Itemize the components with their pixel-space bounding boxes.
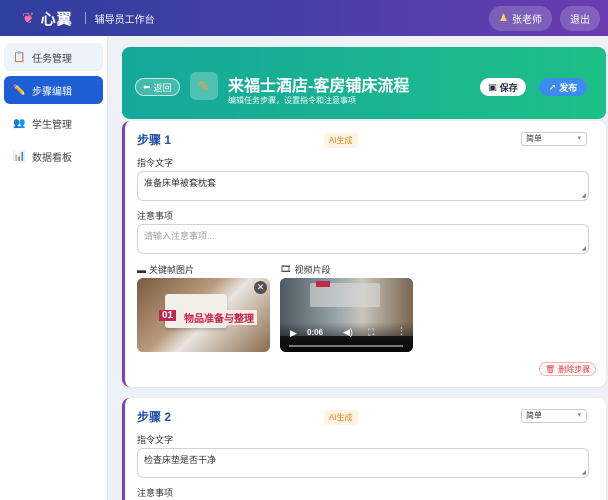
sidebar-item-dashboard[interactable]: 📊 数据看板 — [4, 142, 103, 170]
main-content: ⬅ 返回 ✎ 来福士酒店-客房铺床流程 编辑任务步骤，设置指令和注意事项 ▣ 保… — [108, 36, 608, 500]
difficulty-value: 简单 — [526, 134, 542, 143]
ai-generated-badge: AI生成 — [324, 410, 358, 425]
resize-handle-icon[interactable]: ◢ — [581, 245, 586, 252]
chart-icon: 📊 — [13, 150, 26, 162]
delete-step-button[interactable]: 🗑 删除步骤 — [539, 362, 597, 376]
instruction-input[interactable]: 准备床单被套枕套 ◢ — [137, 171, 589, 201]
header-divider — [84, 12, 86, 24]
instruction-label: 指令文字 — [137, 435, 174, 445]
back-arrow-icon: ⬅ — [143, 81, 151, 92]
volume-icon[interactable]: ◀) — [343, 327, 353, 338]
step-title: 步骤 2 — [137, 410, 172, 424]
sidebar-item-label: 学生管理 — [32, 119, 72, 131]
sidebar-item-students[interactable]: 👥 学生管理 — [4, 109, 103, 137]
logout-button[interactable]: 退出 — [560, 5, 600, 31]
close-icon[interactable]: ✕ — [254, 281, 267, 294]
keyframe-label: ▬ 关键帧图片 — [137, 263, 194, 276]
save-label: 保存 — [499, 82, 518, 93]
save-button[interactable]: ▣ 保存 — [480, 78, 526, 96]
publish-label: 发布 — [559, 82, 578, 93]
difficulty-value: 简单 — [526, 411, 542, 420]
notes-label: 注意事项 — [137, 488, 174, 498]
top-right-actions: ♟ 张老师 退出 — [489, 5, 600, 31]
chevron-down-icon: ▾ — [577, 412, 581, 419]
sidebar-item-label: 步骤编辑 — [32, 86, 72, 98]
camera-icon: ▬ — [137, 264, 146, 275]
save-icon: ▣ — [488, 81, 497, 92]
fullscreen-icon[interactable]: ⛶ — [368, 327, 374, 338]
user-badge[interactable]: ♟ 张老师 — [489, 5, 552, 31]
more-icon[interactable]: ⋮ — [397, 326, 406, 337]
page-subtitle: 编辑任务步骤，设置指令和注意事项 — [228, 96, 356, 105]
page-title: 来福士酒店-客房铺床流程 — [228, 78, 410, 95]
video-label: 🎞 视频片段 — [280, 263, 330, 276]
teacher-icon: ♟ — [499, 12, 508, 24]
video-player[interactable]: ▶ 0:06 ◀) ⛶ ⋮ — [280, 278, 413, 352]
sidebar-item-label: 数据看板 — [32, 152, 72, 164]
trash-icon: 🗑 — [545, 364, 556, 374]
step-card: 步骤 1 AI生成 简单 ▾ 指令文字 准备床单被套枕套 ◢ 注意事项 请输入注… — [122, 121, 606, 387]
resize-handle-icon[interactable]: ◢ — [581, 192, 586, 199]
film-icon: 🎞 — [280, 264, 292, 274]
resize-handle-icon[interactable]: ◢ — [581, 469, 586, 476]
video-time: 0:06 — [307, 328, 324, 337]
step-card: 步骤 2 AI生成 简单 ▾ 指令文字 检查床垫是否干净 ◢ 注意事项 — [122, 398, 606, 500]
difficulty-select[interactable]: 简单 ▾ — [521, 132, 587, 146]
sidebar-item-label: 任务管理 — [32, 53, 72, 65]
keyframe-caption-text: 物品准备与整理 — [181, 310, 257, 325]
instruction-input[interactable]: 检查床垫是否干净 ◢ — [137, 448, 589, 478]
task-header: ⬅ 返回 ✎ 来福士酒店-客房铺床流程 编辑任务步骤，设置指令和注意事项 ▣ 保… — [122, 47, 606, 119]
keyframe-label-text: 关键帧图片 — [149, 265, 195, 275]
video-label-text: 视频片段 — [294, 265, 331, 275]
users-icon: 👥 — [13, 117, 26, 129]
instruction-value: 准备床单被套枕套 — [144, 178, 217, 188]
top-bar: ❦ 心翼 辅导员工作台 ♟ 张老师 退出 — [0, 0, 608, 36]
butterfly-icon: ❦ — [22, 10, 35, 27]
step-title: 步骤 1 — [137, 133, 172, 147]
pencil-icon: ✏️ — [13, 84, 26, 96]
clipboard-icon: 📋 — [13, 51, 26, 63]
back-button[interactable]: ⬅ 返回 — [135, 78, 180, 96]
chevron-down-icon: ▾ — [577, 135, 581, 142]
app-subtitle: 辅导员工作台 — [94, 14, 155, 26]
user-name: 张老师 — [512, 14, 542, 26]
notes-label: 注意事项 — [137, 211, 174, 221]
play-icon[interactable]: ▶ — [290, 328, 297, 339]
sidebar: 📋 任务管理 ✏️ 步骤编辑 👥 学生管理 📊 数据看板 — [0, 36, 108, 500]
difficulty-select[interactable]: 简单 ▾ — [521, 409, 587, 423]
rocket-icon: ➚ — [548, 81, 557, 92]
notes-placeholder: 请输入注意事项... — [144, 231, 215, 241]
keyframe-caption-number: 01 — [159, 310, 177, 321]
back-label: 返回 — [153, 82, 172, 93]
app-name: 心翼 — [40, 10, 73, 28]
instruction-label: 指令文字 — [137, 158, 174, 168]
delete-label: 删除步骤 — [558, 364, 591, 374]
notes-input[interactable]: 请输入注意事项... ◢ — [137, 224, 589, 254]
instruction-value: 检查床垫是否干净 — [144, 455, 217, 465]
sidebar-item-tasks[interactable]: 📋 任务管理 — [4, 43, 103, 71]
video-progress-bar[interactable] — [289, 345, 403, 347]
video-tag — [316, 281, 330, 287]
pencil-icon: ✎ — [190, 72, 218, 100]
video-controls: ▶ 0:06 ◀) ⛶ ⋮ — [280, 322, 413, 352]
publish-button[interactable]: ➚ 发布 — [539, 78, 587, 96]
keyframe-image[interactable]: 01 物品准备与整理 ✕ — [137, 278, 270, 352]
ai-generated-badge: AI生成 — [324, 133, 358, 148]
sidebar-item-step-edit[interactable]: ✏️ 步骤编辑 — [4, 76, 103, 104]
